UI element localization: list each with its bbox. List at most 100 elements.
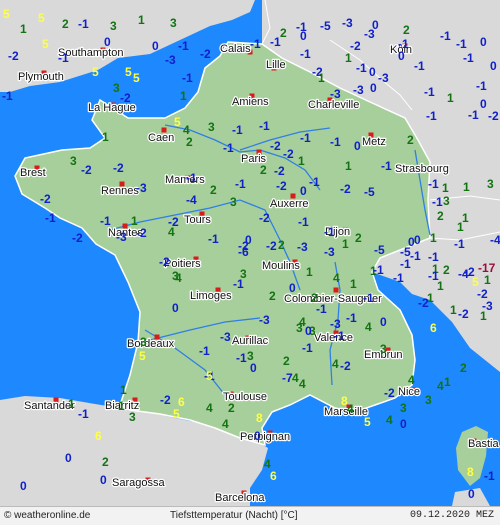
temperature-value: 1 [444,375,451,389]
map-title: Tiefsttemperatur (Nacht) [°C] [170,510,298,521]
temperature-value: -1 [400,257,411,271]
temperature-value: -2 [259,211,270,225]
temperature-value: 2 [278,238,285,252]
temperature-value: -1 [484,469,495,483]
temperature-value: 4 [168,225,175,239]
temperature-value: -3 [220,330,231,344]
temperature-value: 1 [68,397,75,411]
temperature-value: 4 [386,413,393,427]
temperature-value: -1 [236,351,247,365]
temperature-value: -1 [58,51,69,65]
temperature-value: 0 [250,361,257,375]
temperature-value: -2 [200,47,211,61]
temperature-value: 3 [487,177,494,191]
temperature-value: 0 [300,184,307,198]
temperature-value: 1 [298,154,305,168]
temperature-value: -1 [440,29,451,43]
city-label[interactable]: Limoges [189,289,233,303]
temperature-value: -2 [340,182,351,196]
temperature-value: -2 [120,91,131,105]
city-label[interactable]: Saragossa [111,476,167,490]
temperature-value: 1 [442,181,449,195]
temperature-value: -2 [276,179,287,193]
temperature-value: 0 [20,479,27,493]
city-label[interactable]: Plymouth [17,70,65,84]
temperature-value: 3 [230,195,237,209]
city-label[interactable]: Tours [183,213,213,227]
temperature-value: 0 [408,235,415,249]
city-label[interactable]: Rennes [100,184,141,198]
temperature-value: 8 [256,411,263,425]
temperature-value: 3 [400,401,407,415]
temperature-value: 5 [174,115,181,129]
temperature-value: -1 [363,291,374,305]
city-label[interactable]: Barcelona [214,491,267,505]
temperature-value: 1 [118,399,125,413]
temperature-value: 0 [480,97,487,111]
city-label[interactable]: Bastia [467,437,500,451]
temperature-value: -7 [282,371,293,385]
temperature-value: 2 [283,354,290,368]
temperature-value: 1 [120,383,127,397]
city-label[interactable]: Amiens [231,95,271,109]
temperature-value: -1 [78,17,89,31]
temperature-value: 3 [425,393,432,407]
temperature-value: 1 [342,237,349,251]
city-label[interactable]: Brest [19,166,47,180]
temperature-value: 4 [175,271,182,285]
temperature-value: 0 [480,35,487,49]
temperature-value: 4 [437,379,444,393]
city-label[interactable]: Metz [361,135,387,149]
city-label[interactable]: Aurillac [231,334,270,348]
temperature-value: 2 [355,231,362,245]
city-label[interactable]: Perpignan [239,430,292,444]
temperature-value: 1 [350,277,357,291]
temperature-value: 0 [398,49,405,63]
city-label[interactable]: Bordeaux [126,337,176,351]
temperature-value: 1 [345,51,352,65]
temperature-value: 1 [180,89,187,103]
temperature-value: 1 [345,159,352,173]
city-label[interactable]: Auxerre [269,197,310,211]
temperature-value: 0 [370,81,377,95]
temperature-value: -1 [316,302,327,316]
city-label[interactable]: Nice [397,385,421,399]
temperature-value: 1 [102,130,109,144]
temperature-value: 0 [104,35,111,49]
temperature-value: -3 [324,245,335,259]
temperature-value: 6 [430,321,437,335]
weather-map: SouthamptonPlymouthCalaisLilleKölnAmiens… [0,0,500,524]
city-label[interactable]: Strasbourg [394,162,450,176]
city-label[interactable]: Moulins [261,259,302,273]
temperature-value: -2 [8,49,19,63]
temperature-value: -1 [233,277,244,291]
temperature-value: -1 [208,232,219,246]
temperature-value: 2 [210,183,217,197]
temperature-value: 5 [92,65,99,79]
temperature-value: -1 [298,215,309,229]
temperature-value: 1 [457,220,464,234]
temperature-value: 5 [3,7,10,21]
temperature-value: -2 [266,239,277,253]
source-credit[interactable]: © weatheronline.de [4,510,90,521]
temperature-value: 4 [333,271,340,285]
city-label[interactable]: Caen [147,131,176,145]
temperature-value: 0 [300,29,307,43]
temperature-value: -2 [40,192,51,206]
temperature-value: 2 [443,263,450,277]
temperature-value: -2 [283,147,294,161]
temperature-value: 0 [245,233,252,247]
temperature-value: 0 [289,281,296,295]
city-label[interactable]: Lille [265,58,287,72]
temperature-value: -1 [324,225,335,239]
temperature-value: 2 [228,401,235,415]
temperature-value: 0 [369,65,376,79]
temperature-value: 0 [414,233,421,247]
temperature-value: -1 [232,123,243,137]
city-label[interactable]: Calais [219,42,252,56]
temperature-value: -1 [302,341,313,355]
temperature-value: 1 [447,91,454,105]
temperature-value: 2 [403,23,410,37]
temperature-value: -3 [136,181,147,195]
temperature-value: -1 [199,344,210,358]
